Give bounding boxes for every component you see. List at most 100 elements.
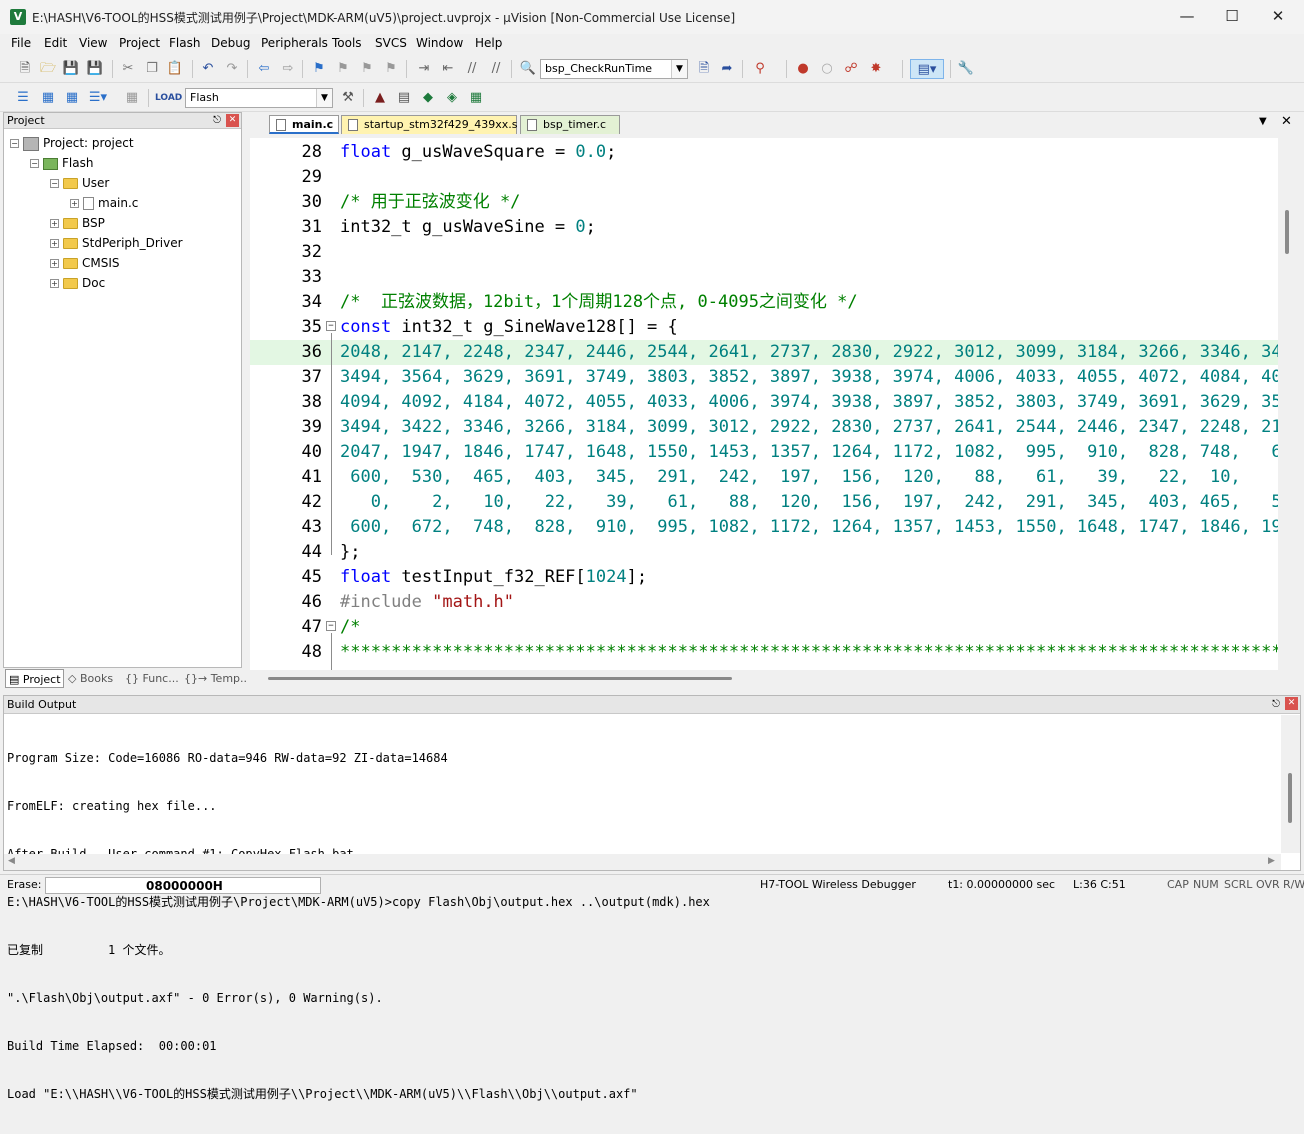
unindent-icon[interactable]: ⇤ — [438, 59, 458, 79]
collapse-icon[interactable]: − — [30, 159, 39, 168]
tab-templates[interactable]: {}→ Temp... — [181, 669, 251, 688]
expand-icon[interactable]: + — [50, 259, 59, 268]
tree-item-cmsis[interactable]: + CMSIS — [50, 253, 120, 273]
menu-project[interactable]: Project — [119, 36, 160, 50]
code-line[interactable]: 46 #include "math.h" — [250, 590, 1278, 615]
clear-bookmarks-icon[interactable]: ⚑ — [381, 59, 401, 79]
minimize-icon[interactable]: — — [1164, 0, 1210, 32]
paste-icon[interactable]: 📋 — [165, 59, 185, 79]
maximize-icon[interactable]: ☐ — [1209, 0, 1255, 32]
code-line[interactable]: 32 — [250, 240, 1278, 265]
expand-icon[interactable]: + — [50, 219, 59, 228]
save-icon[interactable]: 💾 — [61, 59, 81, 79]
navigate-forward-icon[interactable]: ⇨ — [278, 59, 298, 79]
pin-icon[interactable]: ⎋ — [213, 113, 221, 128]
find-in-files-icon[interactable]: 🔍 — [518, 59, 538, 79]
code-line[interactable]: 41 600, 530, 465, 403, 345, 291, 242, 19… — [250, 465, 1278, 490]
pack-installer-icon[interactable]: ◆ — [418, 88, 438, 108]
menu-svcs[interactable]: SVCS — [375, 36, 407, 50]
chevron-down-icon[interactable]: ▼ — [316, 89, 332, 107]
collapse-icon[interactable]: − — [10, 139, 19, 148]
open-folder-icon[interactable]: 🗁 — [38, 59, 58, 79]
manage-rte-icon[interactable]: ▦ — [466, 88, 486, 108]
translate-icon[interactable]: ☰ — [13, 88, 33, 108]
manage-project-items-icon[interactable]: ▲ — [370, 88, 390, 108]
close-icon[interactable]: ✕ — [1285, 697, 1298, 710]
code-line[interactable]: 44}; — [250, 540, 1278, 565]
chevron-down-icon[interactable]: ▼ — [671, 60, 687, 78]
menu-view[interactable]: View — [79, 36, 107, 50]
scroll-thumb[interactable] — [1285, 210, 1289, 254]
menu-peripherals[interactable]: Peripherals — [261, 36, 328, 50]
menu-window[interactable]: Window — [416, 36, 463, 50]
tree-item-doc[interactable]: + Doc — [50, 273, 105, 293]
expand-icon[interactable]: + — [50, 279, 59, 288]
tree-item-user[interactable]: − User — [50, 173, 109, 193]
code-line[interactable]: 42 0, 2, 10, 22, 39, 61, 88, 120, 156, 1… — [250, 490, 1278, 515]
bookmark-icon[interactable]: ⚑ — [309, 59, 329, 79]
rebuild-icon[interactable]: ▦ — [62, 88, 82, 108]
code-line[interactable]: 48 **************************************… — [250, 640, 1278, 665]
batch-build-icon[interactable]: ☰▾ — [88, 88, 108, 108]
fold-collapse-icon[interactable]: − — [326, 621, 336, 631]
editor-horizontal-scrollbar[interactable] — [250, 670, 1278, 686]
menu-debug[interactable]: Debug — [211, 36, 250, 50]
tree-item-main-c[interactable]: + main.c — [70, 193, 138, 213]
code-line[interactable]: 43 600, 672, 748, 828, 910, 995, 1082, 1… — [250, 515, 1278, 540]
target-options-icon[interactable]: ⚒ — [338, 88, 358, 108]
code-line[interactable]: 38 4094, 4092, 4184, 4072, 4055, 4033, 40… — [250, 390, 1278, 415]
build-vertical-scrollbar[interactable] — [1281, 715, 1300, 853]
code-line[interactable]: 40 2047, 1947, 1846, 1747, 1648, 1550, 14… — [250, 440, 1278, 465]
code-line[interactable]: 33 — [250, 265, 1278, 290]
redo-icon[interactable]: ↷ — [222, 59, 242, 79]
uncomment-icon[interactable]: // — [486, 59, 506, 79]
close-icon[interactable]: ✕ — [1255, 0, 1301, 32]
close-icon[interactable]: ✕ — [226, 114, 239, 127]
insert-breakpoint-icon[interactable]: ● — [793, 59, 813, 79]
kill-breakpoints-icon[interactable]: ✸ — [866, 59, 886, 79]
enable-breakpoint-icon[interactable]: ○ — [817, 59, 837, 79]
tab-project[interactable]: ▤ Project — [5, 669, 64, 688]
menu-help[interactable]: Help — [475, 36, 502, 50]
configure-icon[interactable]: 🔧 — [956, 59, 976, 79]
target-combo[interactable]: Flash ▼ — [185, 88, 333, 108]
collapse-icon[interactable]: − — [50, 179, 59, 188]
stop-build-icon[interactable]: ▦ — [122, 88, 142, 108]
tab-startup-stm32f429[interactable]: startup_stm32f429_439xx.s — [341, 115, 517, 134]
editor-vertical-scrollbar[interactable] — [1278, 138, 1298, 670]
debug-session-icon[interactable]: ⚲ — [750, 59, 770, 79]
expand-icon[interactable]: + — [50, 239, 59, 248]
save-all-icon[interactable]: 💾 — [85, 59, 105, 79]
tab-bsp-timer-c[interactable]: bsp_timer.c — [520, 115, 620, 134]
code-line[interactable]: 36 2048, 2147, 2248, 2347, 2446, 2544, 26… — [250, 340, 1278, 365]
undo-icon[interactable]: ↶ — [198, 59, 218, 79]
tree-item-flash[interactable]: − Flash — [30, 153, 93, 173]
scroll-right-icon[interactable]: ▶ — [1268, 856, 1275, 866]
code-line[interactable]: 31 int32_t g_usWaveSine = 0; — [250, 215, 1278, 240]
pin-icon[interactable]: ⎋ — [1272, 696, 1280, 713]
tab-list-dropdown-icon[interactable]: ▼ — [1259, 116, 1267, 127]
code-line[interactable]: 37 3494, 3564, 3629, 3691, 3749, 3803, 38… — [250, 365, 1278, 390]
indent-icon[interactable]: ⇥ — [414, 59, 434, 79]
tab-main-c[interactable]: main.c — [269, 115, 339, 134]
scroll-thumb[interactable] — [1288, 773, 1292, 823]
tree-item-bsp[interactable]: + BSP — [50, 213, 105, 233]
comment-icon[interactable]: // — [462, 59, 482, 79]
tab-books[interactable]: ◇ Books — [65, 669, 120, 688]
download-icon[interactable]: LOAD — [155, 88, 182, 108]
scroll-thumb[interactable] — [268, 677, 732, 680]
code-line[interactable]: 45 float testInput_f32_REF[1024]; — [250, 565, 1278, 590]
code-line[interactable]: 34 /* 正弦波数据，12bit，1个周期128个点, 0-4095之间变化 *… — [250, 290, 1278, 315]
select-packs-icon[interactable]: ▤ — [394, 88, 414, 108]
code-line[interactable]: 29 — [250, 165, 1278, 190]
expand-icon[interactable]: + — [70, 199, 79, 208]
code-line[interactable]: 28 float g_usWaveSquare = 0.0; — [250, 140, 1278, 165]
prev-bookmark-icon[interactable]: ⚑ — [333, 59, 353, 79]
tree-item-project[interactable]: − Project: project — [10, 133, 134, 153]
fold-collapse-icon[interactable]: − — [326, 321, 336, 331]
menu-tools[interactable]: Tools — [332, 36, 362, 50]
scroll-left-icon[interactable]: ◀ — [8, 856, 15, 866]
disable-breakpoints-icon[interactable]: ☍ — [841, 59, 861, 79]
new-file-icon[interactable]: 🗎 — [15, 59, 35, 79]
function-combo[interactable]: bsp_CheckRunTime ▼ — [540, 59, 688, 79]
